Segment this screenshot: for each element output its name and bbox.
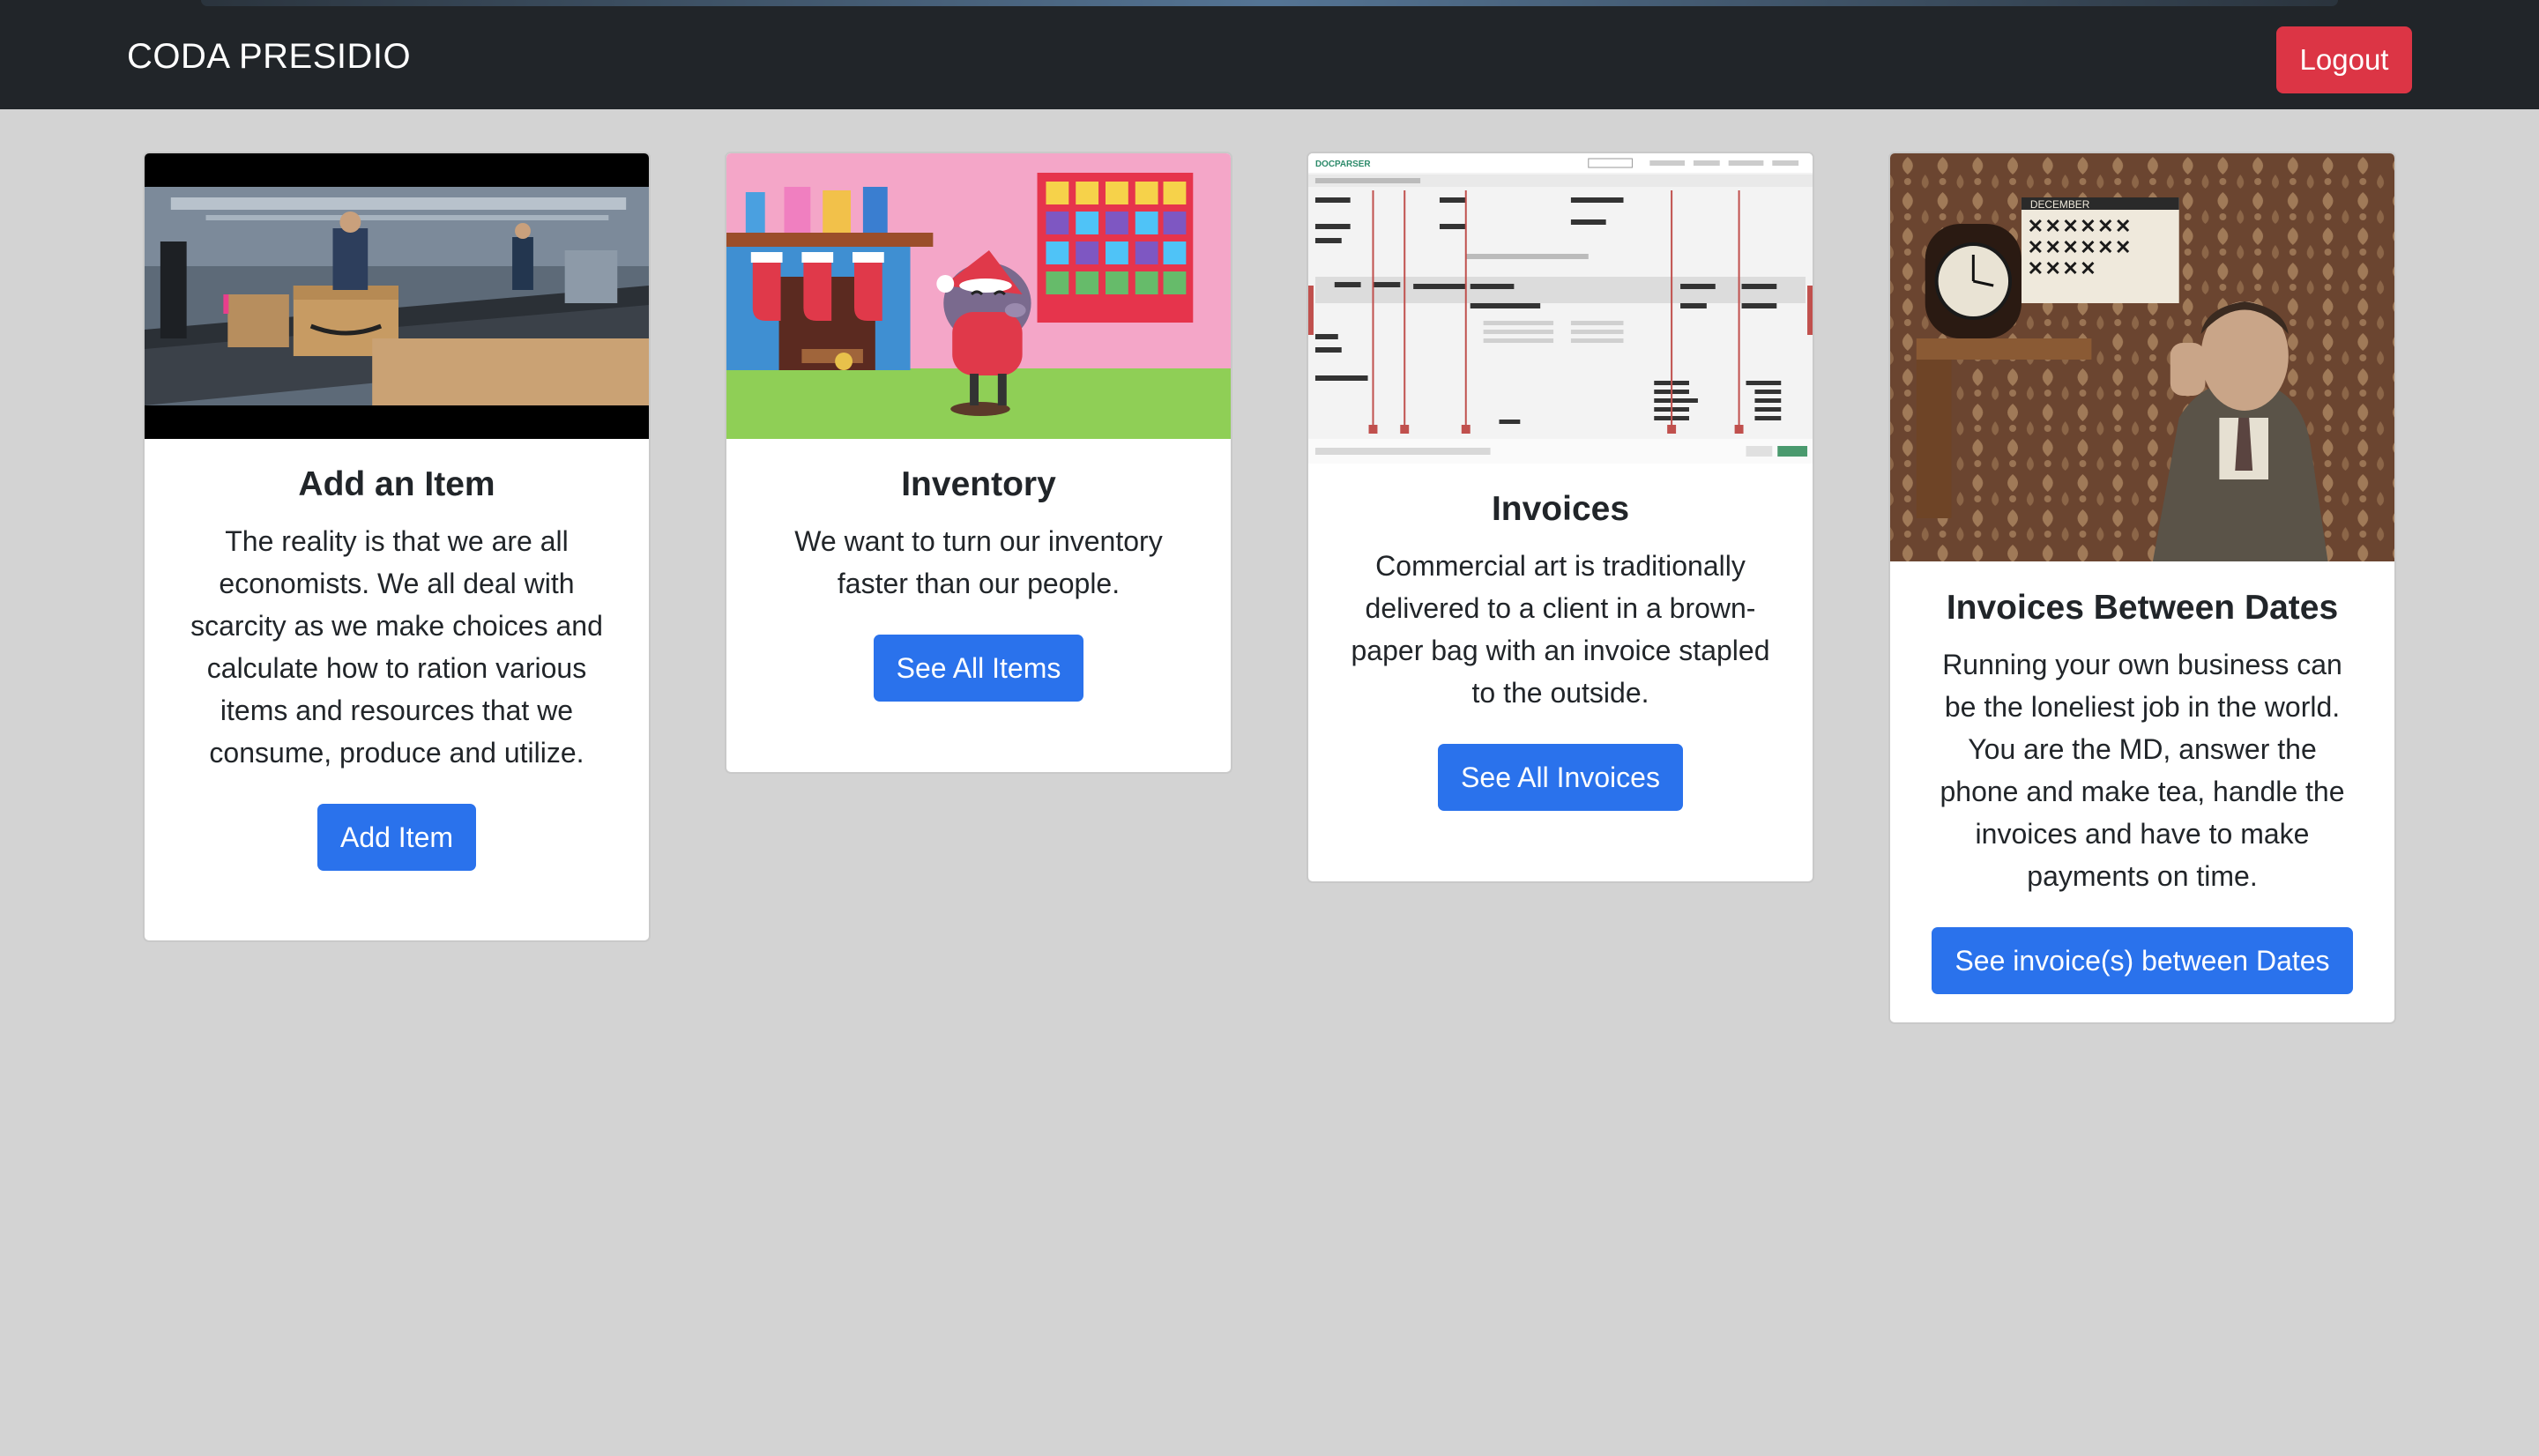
card-title: Invoices: [1491, 490, 1630, 528]
card-inventory: Inventory We want to turn our inventory …: [725, 152, 1232, 774]
card-title: Inventory: [901, 465, 1056, 503]
warehouse-image: [145, 153, 649, 439]
see-all-items-button[interactable]: See All Items: [873, 635, 1084, 702]
brand-title[interactable]: CODA PRESIDIO: [127, 35, 411, 78]
calendar-wall-image: DECEMBER: [1890, 153, 2394, 561]
browser-highlight-strip: [201, 0, 2338, 6]
top-navbar: CODA PRESIDIO Logout: [0, 0, 2539, 109]
card-title: Add an Item: [298, 465, 495, 503]
card-description: We want to turn our inventory faster tha…: [794, 525, 1163, 599]
card-add-item: Add an Item The reality is that we are a…: [143, 152, 651, 942]
add-item-button[interactable]: Add Item: [316, 804, 477, 871]
card-description: The reality is that we are all economist…: [190, 525, 603, 769]
card-invoices-between-dates: DECEMBER Invoices Between Dates Running …: [1888, 152, 2396, 1024]
card-invoices: DOCPARSER Invoices Commercial art is tra…: [1307, 152, 1814, 883]
see-all-invoices-button[interactable]: See All Invoices: [1438, 744, 1683, 811]
card-description: Running your own business can be the lon…: [1940, 649, 2345, 892]
card-description: Commercial art is traditionally delivere…: [1351, 550, 1770, 709]
calendar-month-text: DECEMBER: [2030, 198, 2090, 211]
card-title: Invoices Between Dates: [1946, 589, 2339, 627]
document-parser-image: DOCPARSER: [1308, 153, 1813, 464]
see-invoices-between-dates-button[interactable]: See invoice(s) between Dates: [1932, 927, 2353, 994]
docparser-logo-text: DOCPARSER: [1315, 160, 1371, 169]
logout-button[interactable]: Logout: [2276, 26, 2412, 93]
holiday-illustration-image: [726, 153, 1231, 439]
